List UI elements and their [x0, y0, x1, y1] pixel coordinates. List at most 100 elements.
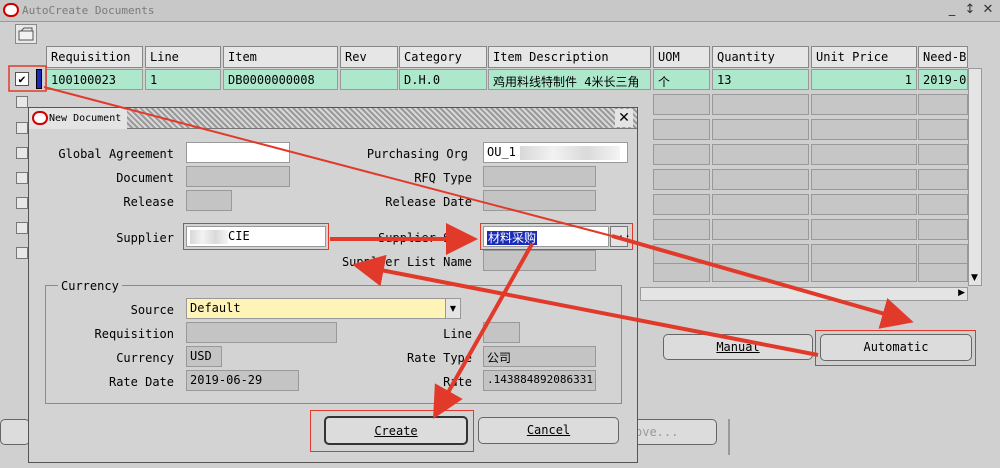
cell-unit-price[interactable]: 1	[811, 69, 917, 90]
supplier-site-field[interactable]: 材料采购	[483, 226, 609, 247]
rate-date-field[interactable]: 2019-06-29	[186, 370, 299, 391]
purchasing-org-field[interactable]: OU_1	[483, 142, 628, 163]
empty-table-cell[interactable]	[653, 219, 710, 240]
cell-need-by[interactable]: 2019-06-	[918, 69, 968, 90]
cell-rev[interactable]	[340, 69, 398, 90]
col-header-rev[interactable]: Rev	[340, 46, 398, 68]
empty-table-cell[interactable]	[811, 244, 917, 265]
row-checkbox[interactable]	[16, 147, 28, 159]
label-rate-date: Rate Date	[108, 375, 174, 389]
col-header-uom[interactable]: UOM	[653, 46, 710, 68]
empty-table-cell[interactable]	[653, 194, 710, 215]
empty-table-cell[interactable]	[712, 144, 809, 165]
empty-table-cell[interactable]	[811, 169, 917, 190]
col-header-unit-price[interactable]: Unit Price	[811, 46, 917, 68]
cancel-button[interactable]: Cancel	[478, 417, 619, 444]
empty-table-cell[interactable]	[918, 169, 968, 190]
empty-table-cell[interactable]	[653, 94, 710, 115]
cell-category[interactable]: D.H.0	[399, 69, 487, 90]
col-header-quantity[interactable]: Quantity	[712, 46, 809, 68]
row-checkbox[interactable]	[16, 197, 28, 209]
empty-table-cell[interactable]	[653, 169, 710, 190]
empty-table-cell[interactable]	[811, 119, 917, 140]
col-header-line[interactable]: Line	[145, 46, 221, 68]
supplier-value: CIE	[228, 229, 250, 243]
close-icon[interactable]: ✕	[980, 2, 996, 18]
empty-table-cell[interactable]	[811, 144, 917, 165]
cell-item-description[interactable]: 鸡用料线特制件 4米长三角	[488, 69, 651, 90]
folder-tool-button[interactable]	[15, 24, 37, 44]
rate-type-field[interactable]: 公司	[483, 346, 596, 367]
row-checkbox[interactable]	[16, 247, 28, 259]
empty-table-cell[interactable]	[811, 219, 917, 240]
empty-table-cell[interactable]	[811, 194, 917, 215]
empty-table-cell[interactable]	[712, 263, 809, 282]
empty-table-cell[interactable]	[712, 219, 809, 240]
currency-field[interactable]: USD	[186, 346, 222, 367]
label-requisition: Requisition	[94, 327, 174, 341]
empty-table-cell[interactable]	[918, 94, 968, 115]
create-button[interactable]: Create	[324, 416, 468, 445]
scroll-down-icon[interactable]: ▼	[971, 273, 978, 283]
dropdown-arrow-icon[interactable]: ▼	[445, 299, 460, 318]
line-field[interactable]	[483, 322, 520, 343]
row-checkbox[interactable]	[16, 222, 28, 234]
supplier-list-name-field[interactable]	[483, 250, 596, 271]
empty-table-cell[interactable]	[712, 194, 809, 215]
col-header-item[interactable]: Item	[223, 46, 338, 68]
maximize-icon[interactable]: ↕	[962, 2, 978, 18]
cell-quantity[interactable]: 13	[712, 69, 809, 90]
empty-table-cell[interactable]	[653, 244, 710, 265]
cell-uom[interactable]: 个	[653, 69, 710, 90]
table-horizontal-scrollbar[interactable]: ▶	[640, 287, 968, 301]
row-checkbox[interactable]	[16, 122, 28, 134]
table-vertical-scrollbar[interactable]: ▼	[968, 68, 982, 286]
col-header-need-by[interactable]: Need-By	[918, 46, 968, 68]
empty-table-cell[interactable]	[712, 94, 809, 115]
row-checkbox[interactable]	[16, 172, 28, 184]
label-global-agreement: Global Agreement	[58, 147, 174, 161]
redacted-mask	[519, 145, 620, 160]
col-header-item-description[interactable]: Item Description	[488, 46, 651, 68]
empty-table-cell[interactable]	[918, 144, 968, 165]
empty-table-cell[interactable]	[653, 144, 710, 165]
empty-table-cell[interactable]	[918, 244, 968, 265]
rfq-type-field[interactable]	[483, 166, 596, 187]
empty-table-cell[interactable]	[712, 244, 809, 265]
automatic-button[interactable]: Automatic	[820, 334, 972, 361]
cell-item[interactable]: DB0000000008	[223, 69, 338, 90]
empty-table-cell[interactable]	[811, 94, 917, 115]
row-checkbox[interactable]	[16, 96, 28, 108]
col-header-category[interactable]: Category	[399, 46, 487, 68]
empty-table-cell[interactable]	[918, 219, 968, 240]
document-field[interactable]	[186, 166, 290, 187]
cell-requisition[interactable]: 100100023	[46, 69, 143, 90]
manual-button[interactable]: Manual	[663, 334, 813, 360]
requisition-field[interactable]	[186, 322, 337, 343]
purchasing-org-value: OU_1	[487, 145, 516, 159]
minimize-icon[interactable]: _	[944, 2, 960, 18]
source-select[interactable]: Default ▼	[186, 298, 461, 319]
dialog-close-icon[interactable]: ✕	[615, 109, 633, 127]
empty-table-cell[interactable]	[811, 263, 917, 282]
empty-table-cell[interactable]	[918, 119, 968, 140]
empty-table-cell[interactable]	[653, 263, 710, 282]
release-date-field[interactable]	[483, 190, 596, 211]
empty-table-cell[interactable]	[712, 169, 809, 190]
oracle-logo-icon	[3, 3, 19, 17]
empty-table-cell[interactable]	[653, 119, 710, 140]
release-field[interactable]	[186, 190, 232, 211]
rate-field[interactable]: .143884892086331	[483, 370, 596, 391]
scroll-right-icon[interactable]: ▶	[958, 288, 965, 298]
cancel-button-label: Cancel	[526, 423, 571, 437]
empty-table-cell[interactable]	[712, 119, 809, 140]
supplier-field[interactable]: CIE	[186, 226, 326, 247]
empty-table-cell[interactable]	[918, 263, 968, 282]
main-left-button[interactable]	[0, 419, 30, 445]
empty-table-cell[interactable]	[918, 194, 968, 215]
cell-line[interactable]: 1	[145, 69, 221, 90]
col-header-requisition[interactable]: Requisition	[46, 46, 143, 68]
row-select-checkbox[interactable]: ✔	[15, 72, 29, 86]
global-agreement-checkbox-field[interactable]	[186, 142, 290, 163]
supplier-site-lov-button[interactable]: ...	[610, 226, 631, 247]
